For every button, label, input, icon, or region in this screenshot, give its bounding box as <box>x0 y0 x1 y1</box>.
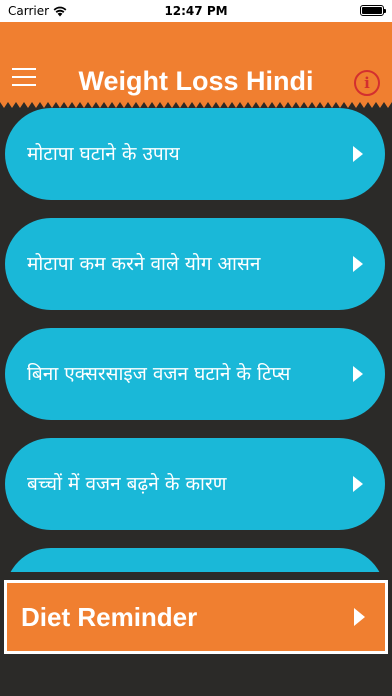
chevron-right-icon <box>353 366 363 382</box>
diet-reminder-button[interactable]: Diet Reminder <box>4 580 388 654</box>
list-item[interactable]: बिना एक्सरसाइज वजन घटाने के टिप्स <box>5 328 385 420</box>
hamburger-menu-icon[interactable] <box>12 66 36 88</box>
article-list[interactable]: मोटापा घटाने के उपाय मोटापा कम करने वाले… <box>0 102 392 572</box>
chevron-right-icon <box>353 476 363 492</box>
info-icon[interactable]: i <box>354 70 380 96</box>
list-item[interactable]: बच्चों में वजन बढ़ने के कारण <box>5 438 385 530</box>
list-item-partial[interactable] <box>5 548 385 572</box>
list-item-label: बच्चों में वजन बढ़ने के कारण <box>27 473 227 495</box>
list-item-label: मोटापा कम करने वाले योग आसन <box>27 253 261 275</box>
clock: 12:47 PM <box>164 4 228 18</box>
app-title: Weight Loss Hindi <box>78 66 314 96</box>
list-item-label: मोटापा घटाने के उपाय <box>27 143 180 165</box>
chevron-right-icon <box>353 256 363 272</box>
chevron-right-icon <box>354 608 365 626</box>
list-item[interactable]: मोटापा कम करने वाले योग आसन <box>5 218 385 310</box>
list-item[interactable]: मोटापा घटाने के उपाय <box>5 108 385 200</box>
diet-reminder-label: Diet Reminder <box>21 601 198 632</box>
list-item-label: बिना एक्सरसाइज वजन घटाने के टिप्स <box>27 363 291 385</box>
status-bar: Carrier 12:47 PM <box>0 0 392 22</box>
chevron-right-icon <box>353 146 363 162</box>
battery-icon <box>360 5 386 16</box>
